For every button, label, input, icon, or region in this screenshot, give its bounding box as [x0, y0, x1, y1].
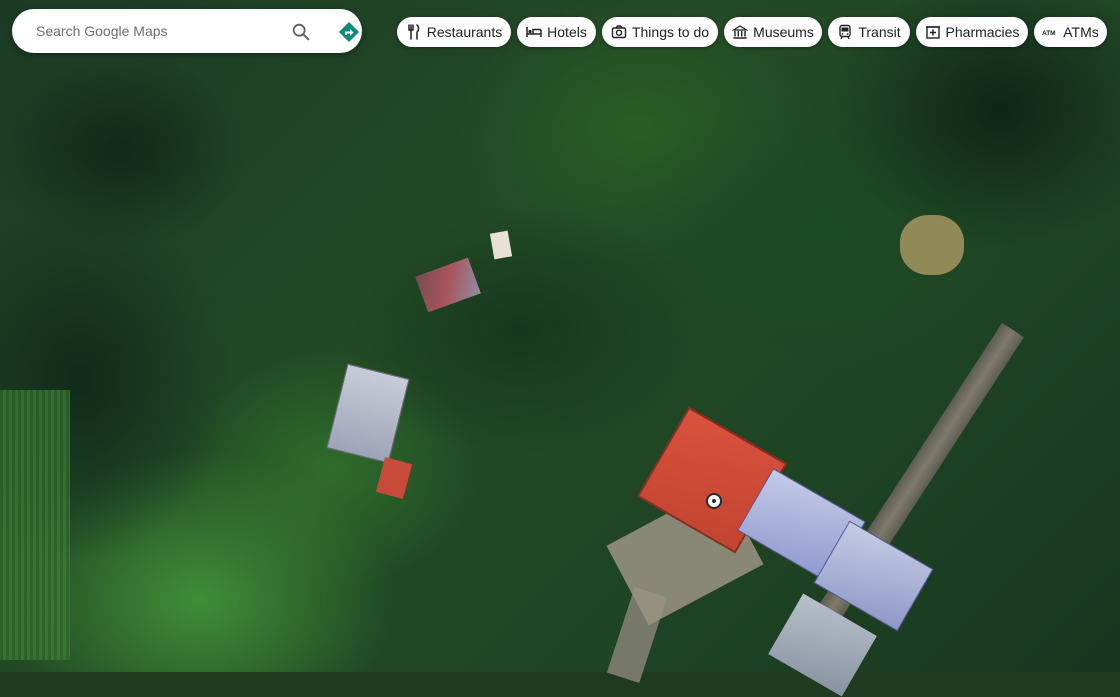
chip-museums[interactable]: Museums	[724, 17, 822, 47]
pharmacy-icon	[925, 24, 941, 40]
transit-icon	[837, 24, 853, 40]
satellite-map[interactable]	[0, 0, 1120, 697]
chip-label: Things to do	[631, 24, 710, 40]
chip-label: Pharmacies	[945, 24, 1020, 40]
chip-things-to-do[interactable]: Things to do	[602, 17, 718, 47]
camera-icon	[611, 24, 627, 40]
building-roof	[326, 363, 410, 464]
hotel-icon	[526, 24, 542, 40]
chip-label: Museums	[753, 24, 814, 40]
chip-label: ATMs	[1063, 24, 1099, 40]
chip-pharmacies[interactable]: Pharmacies	[916, 17, 1028, 47]
building-roof	[489, 230, 513, 260]
building-roof	[375, 456, 413, 500]
search-icon[interactable]	[290, 21, 312, 43]
chip-hotels[interactable]: Hotels	[517, 17, 596, 47]
search-box	[12, 9, 362, 53]
restaurant-icon	[406, 24, 422, 40]
chip-label: Transit	[858, 24, 901, 40]
chip-label: Hotels	[547, 24, 587, 40]
crop-field	[0, 390, 70, 660]
building-roof	[415, 257, 481, 313]
chip-atms[interactable]: ATM ATMs	[1034, 17, 1107, 47]
atm-icon: ATM	[1042, 24, 1058, 40]
chip-label: Restaurants	[426, 24, 503, 40]
svg-text:ATM: ATM	[1042, 30, 1056, 37]
chip-restaurants[interactable]: Restaurants	[397, 17, 511, 47]
clearing	[900, 215, 964, 275]
directions-icon[interactable]	[337, 20, 361, 44]
location-marker-icon[interactable]	[706, 493, 722, 509]
chip-transit[interactable]: Transit	[828, 17, 910, 47]
search-input[interactable]	[34, 15, 268, 47]
museum-icon	[732, 24, 749, 40]
